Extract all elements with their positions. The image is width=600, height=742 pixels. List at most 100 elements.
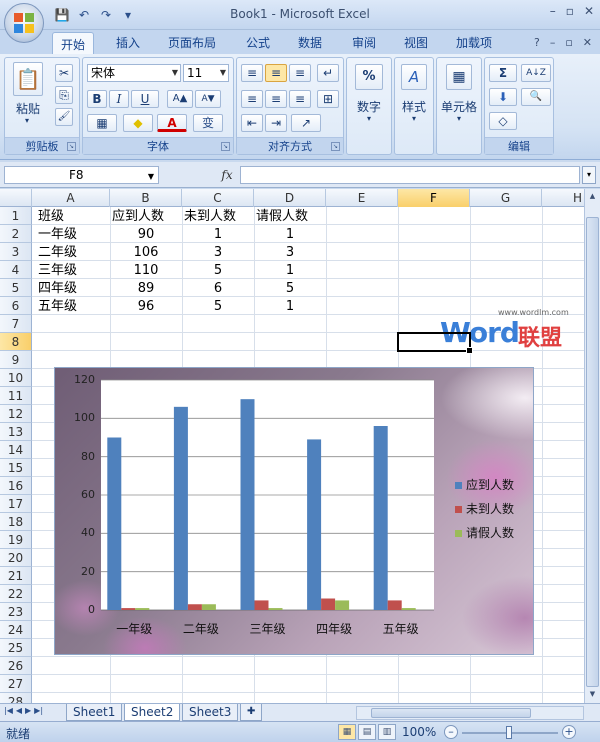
select-all-corner[interactable] bbox=[0, 189, 32, 207]
decrease-indent-button[interactable]: ⇤ bbox=[241, 114, 263, 132]
number-button[interactable]: 数字 bbox=[347, 98, 391, 115]
formula-input[interactable] bbox=[240, 166, 580, 184]
cell-d2[interactable]: 1 bbox=[254, 225, 326, 243]
row-header[interactable]: 1 bbox=[0, 207, 32, 225]
row-header[interactable]: 5 bbox=[0, 279, 32, 297]
sheet-tab-sheet1[interactable]: Sheet1 bbox=[66, 704, 123, 721]
tab-view[interactable]: 视图 bbox=[404, 34, 428, 51]
fill-color-button[interactable]: ◆ bbox=[123, 114, 153, 132]
fill-button[interactable]: ⬇ bbox=[489, 88, 517, 106]
horizontal-scrollbar[interactable] bbox=[356, 706, 584, 720]
minimize-window-icon[interactable]: – bbox=[550, 4, 556, 18]
align-right-button[interactable]: ≡ bbox=[289, 90, 311, 108]
tab-home[interactable]: 开始 bbox=[52, 32, 95, 54]
cell-a3[interactable]: 二年级 bbox=[38, 243, 77, 261]
worksheet-grid[interactable]: A B C D E F G H 1 2 3 4 5 6 7 8 9 10 11 12 13 14 15 16 1… bbox=[0, 189, 584, 703]
cell-d3[interactable]: 3 bbox=[254, 243, 326, 261]
autosum-button[interactable]: Σ bbox=[489, 64, 517, 82]
copy-icon[interactable]: ⎘ bbox=[55, 86, 73, 104]
help-icon[interactable]: ? bbox=[534, 36, 540, 49]
page-layout-view-icon[interactable]: ▤ bbox=[358, 724, 376, 740]
insert-sheet-icon[interactable]: ✚ bbox=[240, 704, 263, 721]
cell-c3[interactable]: 3 bbox=[182, 243, 254, 261]
clear-button[interactable]: ◇ bbox=[489, 112, 517, 130]
page-break-view-icon[interactable]: ▥ bbox=[378, 724, 396, 740]
align-center-button[interactable]: ≡ bbox=[265, 90, 287, 108]
format-painter-icon[interactable]: 🖌 bbox=[55, 108, 73, 126]
active-cell-f8[interactable] bbox=[397, 332, 473, 354]
zoom-level[interactable]: 100% bbox=[402, 725, 436, 739]
minimize-workbook-icon[interactable]: – bbox=[550, 36, 556, 49]
paste-icon[interactable]: 📋 bbox=[13, 62, 43, 96]
scroll-down-icon[interactable]: ▼ bbox=[586, 687, 599, 701]
tab-insert[interactable]: 插入 bbox=[116, 34, 140, 51]
row-header[interactable]: 20 bbox=[0, 549, 32, 567]
cell-b2[interactable]: 90 bbox=[110, 225, 182, 243]
merge-center-button[interactable]: ⊞ bbox=[317, 90, 339, 108]
cells-button[interactable]: 单元格 bbox=[437, 98, 481, 115]
next-sheet-icon[interactable]: ▶ bbox=[25, 706, 31, 715]
restore-workbook-icon[interactable]: ▫ bbox=[565, 36, 572, 49]
font-name-combo[interactable]: 宋体 ▼ bbox=[87, 64, 181, 82]
horizontal-scroll-thumb[interactable] bbox=[371, 708, 531, 718]
find-select-button[interactable]: 🔍 bbox=[521, 88, 551, 106]
row-header[interactable]: 21 bbox=[0, 567, 32, 585]
align-top-button[interactable]: ≡ bbox=[241, 64, 263, 82]
row-header[interactable]: 8 bbox=[0, 333, 32, 351]
name-box[interactable]: F8 ▼ bbox=[4, 166, 159, 184]
bold-button[interactable]: B bbox=[87, 90, 107, 108]
column-header-f[interactable]: F bbox=[398, 189, 470, 207]
row-header[interactable]: 13 bbox=[0, 423, 32, 441]
cell-b5[interactable]: 89 bbox=[110, 279, 182, 297]
row-header[interactable]: 24 bbox=[0, 621, 32, 639]
column-header-c[interactable]: C bbox=[182, 189, 254, 207]
cell-c5[interactable]: 6 bbox=[182, 279, 254, 297]
column-header-d[interactable]: D bbox=[254, 189, 326, 207]
zoom-in-icon[interactable]: + bbox=[562, 725, 576, 739]
clipboard-launcher-icon[interactable]: ↘ bbox=[67, 142, 76, 151]
restore-window-icon[interactable]: ▫ bbox=[566, 4, 574, 18]
embedded-chart[interactable]: 0 20 40 60 80 100 120 一年级 二年级 三年级 四年级 五年级 应到人数 未到人… bbox=[54, 367, 534, 655]
sheet-tab-sheet2[interactable]: Sheet2 bbox=[124, 704, 181, 721]
chart-legend[interactable]: 应到人数 未到人数 请假人数 bbox=[455, 478, 514, 550]
cell-d4[interactable]: 1 bbox=[254, 261, 326, 279]
cell-b4[interactable]: 110 bbox=[110, 261, 182, 279]
column-header-e[interactable]: E bbox=[326, 189, 398, 207]
cell-c1[interactable]: 未到人数 bbox=[184, 207, 236, 225]
vertical-scroll-thumb[interactable] bbox=[586, 217, 599, 687]
tab-formulas[interactable]: 公式 bbox=[246, 34, 270, 51]
row-header[interactable]: 25 bbox=[0, 639, 32, 657]
borders-button[interactable]: ▦ bbox=[87, 114, 117, 132]
shrink-font-button[interactable]: A▼ bbox=[195, 90, 221, 108]
row-header[interactable]: 10 bbox=[0, 369, 32, 387]
font-color-button[interactable]: A bbox=[157, 114, 187, 132]
cell-a4[interactable]: 三年级 bbox=[38, 261, 77, 279]
cell-c6[interactable]: 5 bbox=[182, 297, 254, 315]
row-header[interactable]: 17 bbox=[0, 495, 32, 513]
row-header[interactable]: 28 bbox=[0, 693, 32, 703]
tab-review[interactable]: 审阅 bbox=[352, 34, 376, 51]
cell-b3[interactable]: 106 bbox=[110, 243, 182, 261]
vertical-scrollbar[interactable]: ▲ ▼ bbox=[584, 189, 600, 703]
row-header[interactable]: 22 bbox=[0, 585, 32, 603]
cut-icon[interactable]: ✂ bbox=[55, 64, 73, 82]
cell-a5[interactable]: 四年级 bbox=[38, 279, 77, 297]
styles-icon[interactable]: A bbox=[401, 64, 427, 90]
row-header[interactable]: 26 bbox=[0, 657, 32, 675]
align-middle-button[interactable]: ≡ bbox=[265, 64, 287, 82]
align-bottom-button[interactable]: ≡ bbox=[289, 64, 311, 82]
paste-dropdown-icon[interactable]: ▾ bbox=[17, 116, 37, 125]
zoom-slider-thumb[interactable] bbox=[506, 726, 512, 739]
expand-formula-bar-icon[interactable]: ▾ bbox=[582, 166, 596, 184]
close-window-icon[interactable]: ✕ bbox=[584, 4, 594, 18]
cell-d5[interactable]: 5 bbox=[254, 279, 326, 297]
insert-function-icon[interactable]: fx bbox=[218, 166, 236, 184]
number-dropdown-icon[interactable]: ▾ bbox=[359, 114, 379, 123]
close-workbook-icon[interactable]: ✕ bbox=[583, 36, 592, 49]
underline-button[interactable]: U bbox=[131, 90, 159, 108]
styles-button[interactable]: 样式 bbox=[395, 98, 433, 115]
align-left-button[interactable]: ≡ bbox=[241, 90, 263, 108]
alignment-launcher-icon[interactable]: ↘ bbox=[331, 142, 340, 151]
scroll-up-icon[interactable]: ▲ bbox=[586, 189, 599, 203]
prev-sheet-icon[interactable]: ◀ bbox=[16, 706, 22, 715]
